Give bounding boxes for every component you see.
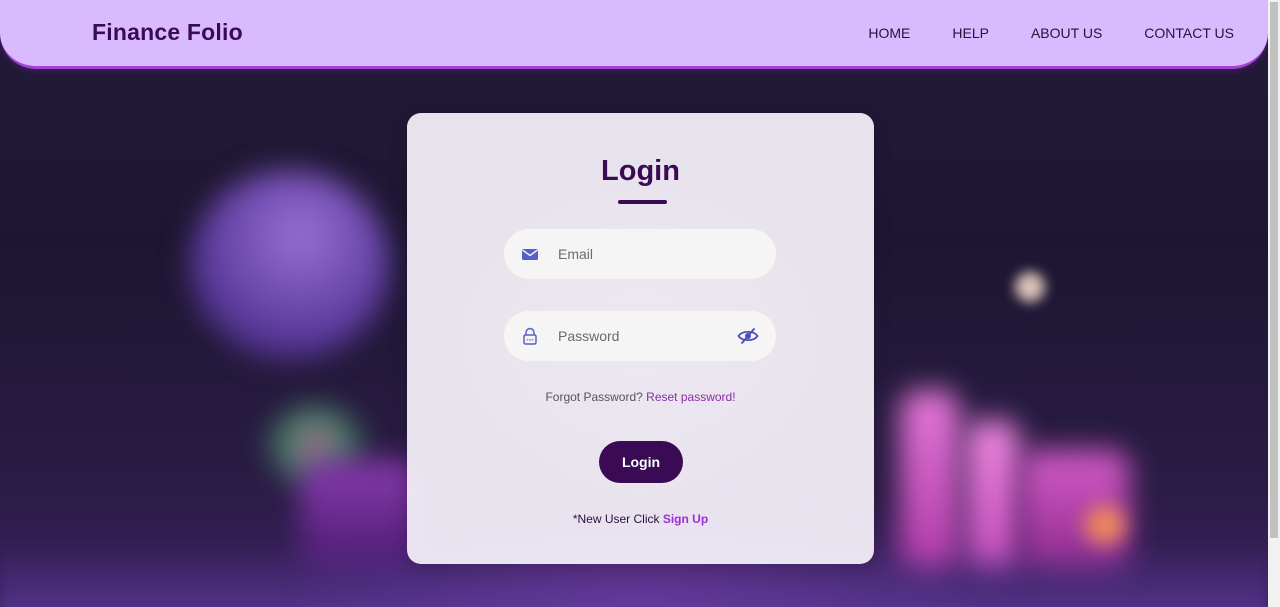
new-user-text: *New User Click bbox=[572, 512, 660, 526]
login-title: Login bbox=[601, 155, 680, 187]
forgot-password-row: Forgot Password? Reset password! bbox=[407, 390, 874, 404]
blurred-sparkle-decoration bbox=[1015, 272, 1045, 302]
vertical-scrollbar[interactable] bbox=[1268, 0, 1280, 607]
forgot-password-text: Forgot Password? bbox=[545, 390, 643, 404]
password-field[interactable]: *** bbox=[504, 311, 776, 361]
eye-slash-icon[interactable] bbox=[737, 327, 759, 345]
nav-about-link[interactable]: ABOUT US bbox=[1031, 25, 1102, 41]
nav-home-link[interactable]: HOME bbox=[868, 25, 910, 41]
login-card: Login *** Forgot Password? Reset passwor… bbox=[407, 113, 874, 564]
email-input[interactable] bbox=[558, 229, 728, 279]
password-input[interactable] bbox=[558, 311, 728, 361]
nav-help-link[interactable]: HELP bbox=[952, 25, 989, 41]
signup-link[interactable]: Sign Up bbox=[663, 512, 708, 526]
brand-logo[interactable]: Finance Folio bbox=[92, 19, 243, 46]
reset-password-link[interactable]: Reset password! bbox=[646, 390, 735, 404]
top-header: Finance Folio HOME HELP ABOUT US CONTACT… bbox=[0, 0, 1268, 69]
envelope-icon bbox=[522, 249, 538, 260]
blurred-glow-decoration bbox=[1085, 505, 1125, 545]
lock-icon: *** bbox=[523, 327, 537, 345]
title-underline bbox=[618, 200, 667, 204]
main-nav: HOME HELP ABOUT US CONTACT US bbox=[826, 25, 1234, 41]
signup-row: *New User Click Sign Up bbox=[407, 512, 874, 526]
nav-contact-link[interactable]: CONTACT US bbox=[1144, 25, 1234, 41]
svg-text:***: *** bbox=[526, 339, 534, 345]
email-field[interactable] bbox=[504, 229, 776, 279]
login-button[interactable]: Login bbox=[599, 441, 683, 483]
blurred-planet-decoration bbox=[190, 170, 390, 360]
scrollbar-thumb[interactable] bbox=[1270, 2, 1278, 538]
